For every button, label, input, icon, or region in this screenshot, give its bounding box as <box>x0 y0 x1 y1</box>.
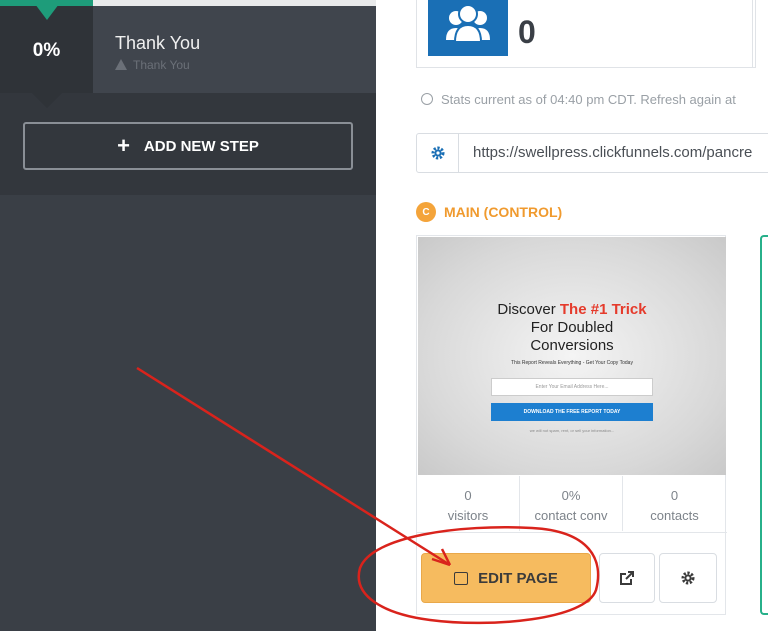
variant-title: MAIN (CONTROL) <box>444 204 563 220</box>
stats-value: 0 <box>518 14 536 50</box>
variant-header: C MAIN (CONTROL) <box>416 202 562 222</box>
funnel-sidebar: 0% Thank You Thank You + ADD NEW STEP <box>0 0 376 631</box>
step-subtitle: Thank You <box>115 58 190 72</box>
step-notch <box>32 0 62 20</box>
page-url: https://swellpress.clickfunnels.com/panc… <box>473 144 753 161</box>
step-connector-notch <box>32 93 62 108</box>
edit-icon <box>454 571 469 585</box>
metrics-divider <box>417 532 727 533</box>
variant-settings-button[interactable] <box>659 553 717 603</box>
step-subtitle-text: Thank You <box>133 58 190 72</box>
variant-card: Discover The #1 Trick For Doubled Conver… <box>416 235 727 615</box>
plus-icon: + <box>117 133 130 158</box>
warning-icon <box>115 59 127 70</box>
clock-icon <box>421 93 433 105</box>
stats-current-text: Stats current as of 04:40 pm CDT. Refres… <box>441 92 736 107</box>
gear-icon <box>431 146 444 160</box>
metric-value: 0 <box>464 488 472 503</box>
metric-visitors: 0 visitors <box>417 476 520 531</box>
preview-privacy-note: we will not spam, rent, or sell your inf… <box>529 428 615 433</box>
metric-value: 0% <box>561 488 581 503</box>
stats-refresh-text: Stats current as of 04:40 pm CDT. Refres… <box>421 92 768 107</box>
edit-page-button[interactable]: EDIT PAGE <box>421 553 591 603</box>
metric-value: 0 <box>670 488 679 503</box>
preview-headline: Discover The #1 Trick For Doubled Conver… <box>418 301 726 355</box>
funnel-step-thank-you[interactable]: 0% Thank You Thank You <box>0 0 376 93</box>
preview-headline-highlight: The #1 Trick <box>559 301 647 318</box>
preview-email-input: Enter Your Email Address Here... <box>491 378 653 396</box>
preview-headline-line3: Conversions <box>530 337 614 354</box>
step-percent: 0% <box>32 40 61 61</box>
users-icon <box>428 0 508 56</box>
step-percent-box: 0% <box>0 0 93 93</box>
preview-headline-line2: For Doubled <box>530 319 614 336</box>
url-settings-button[interactable] <box>417 134 459 172</box>
metric-contacts: 0 contacts <box>623 476 726 531</box>
add-new-step-button[interactable]: + ADD NEW STEP <box>23 122 353 170</box>
metric-label: contacts <box>650 508 699 523</box>
preview-subtext: This Report Reveals Everything - Get You… <box>511 360 633 366</box>
preview-headline-prefix: Discover <box>497 301 560 318</box>
metric-contact-conv: 0% contact conv <box>520 476 623 531</box>
gear-icon <box>681 571 695 585</box>
variant-card-next <box>760 235 768 615</box>
stats-card-next <box>752 0 768 68</box>
open-page-button[interactable] <box>599 553 655 603</box>
step-title: Thank You <box>115 33 201 53</box>
page-url-field[interactable]: https://swellpress.clickfunnels.com/panc… <box>416 133 768 173</box>
metric-label: visitors <box>447 508 489 523</box>
step-divider <box>93 0 376 6</box>
metric-label: contact conv <box>534 508 608 523</box>
add-new-step-label: ADD NEW STEP <box>143 137 259 155</box>
step-main-panel: 0 Stats current as of 04:40 pm CDT. Refr… <box>376 0 768 631</box>
preview-download-button: DOWNLOAD THE FREE REPORT TODAY <box>491 403 653 421</box>
control-badge: C <box>416 202 436 222</box>
edit-page-label: EDIT PAGE <box>478 569 558 587</box>
external-link-icon <box>620 571 634 585</box>
page-preview-thumbnail[interactable]: Discover The #1 Trick For Doubled Conver… <box>418 237 726 475</box>
